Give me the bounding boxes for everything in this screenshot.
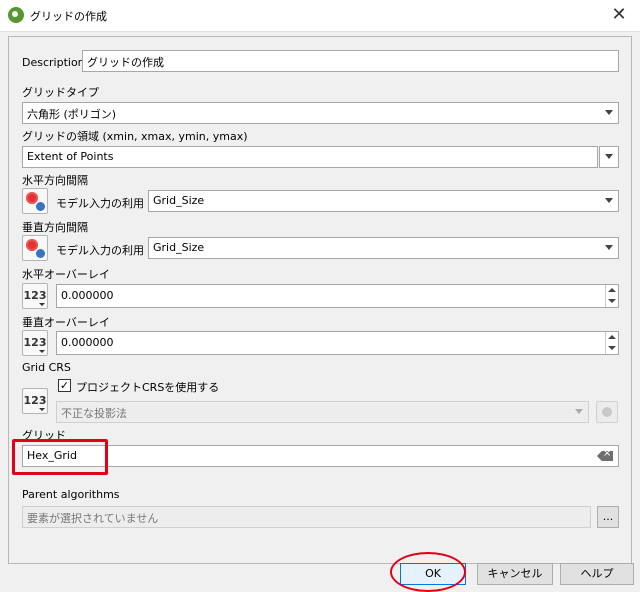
parent-algorithms-input[interactable]: 要素が選択されていません [22, 506, 591, 528]
parent-algorithms-placeholder: 要素が選択されていません [27, 512, 159, 525]
v-overlay-label: 垂直オーバーレイ [22, 316, 110, 329]
v-spacing-mode-label: モデル入力の利用 [56, 244, 144, 257]
h-spacing-model-input-button[interactable] [22, 188, 48, 214]
description-label: Description [22, 56, 85, 69]
v-spacing-label: 垂直方向間隔 [22, 221, 88, 234]
grid-type-label: グリッドタイプ [22, 86, 99, 99]
close-icon[interactable]: ✕ [606, 4, 632, 28]
model-gear-small-icon [36, 249, 45, 258]
v-spacing-select[interactable]: Grid_Size [148, 237, 619, 259]
parent-algorithms-browse-button[interactable]: ... [597, 506, 619, 528]
spin-up-icon[interactable] [605, 332, 618, 343]
parent-algorithms-label: Parent algorithms [22, 488, 120, 501]
chevron-down-icon [605, 154, 613, 159]
h-overlay-value: 0.000000 [61, 289, 114, 302]
grid-type-value: 六角形 (ポリゴン) [27, 108, 117, 121]
h-spacing-mode-label: モデル入力の利用 [56, 197, 144, 210]
grid-type-select[interactable]: 六角形 (ポリゴン) [22, 102, 619, 124]
grid-extent-dropdown-button[interactable] [599, 146, 619, 168]
grid-crs-type-button[interactable]: 123 [22, 388, 48, 414]
spin-down-icon[interactable] [605, 343, 618, 354]
v-overlay-value: 0.000000 [61, 336, 114, 349]
highlight-box [12, 439, 108, 475]
grid-extent-value: Extent of Points [27, 150, 114, 163]
h-overlay-type-button[interactable]: 123 [22, 283, 48, 309]
v-spacing-value: Grid_Size [153, 241, 205, 254]
model-gear-icon [26, 239, 38, 251]
crs-select[interactable]: 不正な投影法 [56, 401, 589, 423]
chevron-down-icon [605, 110, 613, 115]
h-spacing-value: Grid_Size [153, 194, 205, 207]
v-spacing-model-input-button[interactable] [22, 235, 48, 261]
qgis-logo-icon [8, 7, 24, 23]
highlight-ellipse [390, 552, 466, 592]
use-project-crs-label: プロジェクトCRSを使用する [76, 381, 220, 394]
grid-extent-label: グリッドの領域 (xmin, xmax, ymin, ymax) [22, 130, 248, 143]
h-overlay-label: 水平オーバーレイ [22, 268, 110, 281]
description-input[interactable]: グリッドの作成 [82, 50, 619, 72]
chevron-down-icon [605, 245, 613, 250]
spin-down-icon[interactable] [605, 296, 618, 307]
crs-selector-globe-icon[interactable] [596, 401, 618, 423]
model-gear-icon [26, 192, 38, 204]
model-gear-small-icon [36, 202, 45, 211]
use-project-crs-checkbox[interactable]: ✓ [58, 379, 71, 392]
cancel-button[interactable]: キャンセル [477, 563, 553, 585]
h-overlay-spinbox[interactable]: 0.000000 [56, 284, 619, 308]
window-title: グリッドの作成 [30, 10, 107, 23]
v-overlay-spinbox[interactable]: 0.000000 [56, 331, 619, 355]
crs-value: 不正な投影法 [61, 407, 127, 420]
h-spacing-label: 水平方向間隔 [22, 174, 88, 187]
v-overlay-type-button[interactable]: 123 [22, 330, 48, 356]
grid-crs-label: Grid CRS [22, 361, 71, 374]
grid-output-input[interactable]: Hex_Grid [22, 445, 619, 467]
chevron-down-icon [605, 198, 613, 203]
chevron-down-icon [575, 409, 583, 414]
h-spacing-select[interactable]: Grid_Size [148, 190, 619, 212]
spin-up-icon[interactable] [605, 285, 618, 296]
help-button[interactable]: ヘルプ [560, 563, 634, 585]
grid-extent-input[interactable]: Extent of Points [22, 146, 598, 168]
